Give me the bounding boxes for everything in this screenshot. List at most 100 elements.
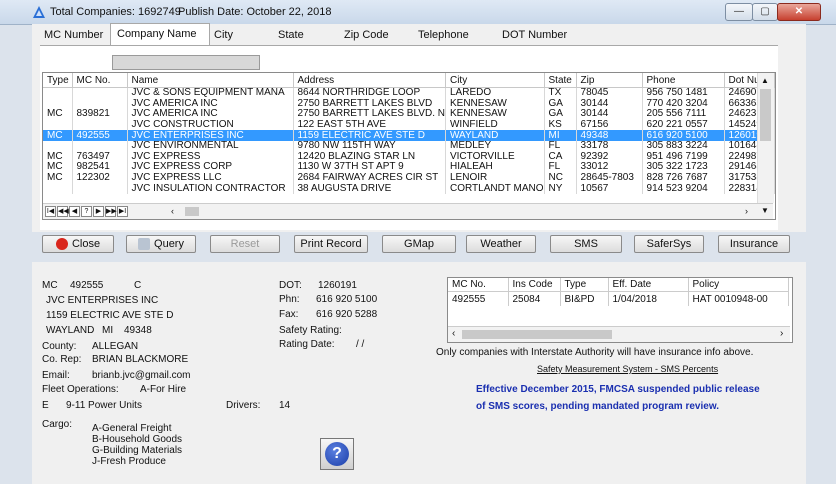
cargo-item: J-Fresh Produce bbox=[92, 456, 166, 467]
scroll-left-icon[interactable]: ‹ bbox=[452, 328, 455, 339]
nav-last-button[interactable]: ▶I bbox=[117, 206, 128, 217]
sms-percents-link[interactable]: Safety Measurement System - SMS Percents bbox=[537, 364, 718, 374]
insurance-grid[interactable]: MC No. Ins Code Type Eff. Date Policy 49… bbox=[447, 277, 793, 343]
table-cell: 1130 W 37TH ST APT 9 bbox=[293, 162, 446, 173]
tab-telephone[interactable]: Telephone bbox=[414, 26, 473, 44]
ins-header-ins-code[interactable]: Ins Code bbox=[508, 278, 561, 292]
table-cell bbox=[72, 140, 128, 152]
weather-button[interactable]: Weather bbox=[466, 235, 536, 253]
table-cell: MC bbox=[43, 172, 73, 184]
table-cell: MC bbox=[43, 151, 73, 163]
window-close-button[interactable]: ✕ bbox=[777, 3, 821, 21]
tab-state[interactable]: State bbox=[274, 26, 308, 44]
maximize-button[interactable]: ▢ bbox=[752, 3, 778, 21]
county-label: County: bbox=[42, 341, 77, 352]
scroll-right-icon[interactable]: › bbox=[780, 328, 783, 339]
nav-next-page-button[interactable]: ▶▶ bbox=[105, 206, 117, 217]
scroll-up-icon[interactable]: ▲ bbox=[761, 76, 769, 85]
insurance-table: MC No. Ins Code Type Eff. Date Policy 49… bbox=[448, 278, 789, 306]
table-row[interactable]: MC 492555 JVC ENTERPRISES INC 1159 ELECTRIC… bbox=[43, 130, 775, 141]
table-cell bbox=[43, 98, 73, 110]
column-header-mc-no[interactable]: MC No. bbox=[72, 73, 128, 88]
gmap-button[interactable]: GMap bbox=[382, 235, 456, 253]
safersys-button[interactable]: SaferSys bbox=[634, 235, 704, 253]
column-header-city[interactable]: City bbox=[445, 73, 545, 88]
column-header-phone[interactable]: Phone bbox=[642, 73, 725, 88]
tab-dot-number[interactable]: DOT Number bbox=[498, 26, 571, 44]
tab-company-name[interactable]: Company Name bbox=[110, 23, 210, 45]
table-row[interactable]: JVC ENVIRONMENTAL 9780 NW 115TH WAY MEDLEY… bbox=[43, 140, 775, 152]
ins-header-eff-date[interactable]: Eff. Date bbox=[608, 278, 689, 292]
results-grid[interactable]: Type MC No. Name Address City State Zip … bbox=[42, 72, 776, 220]
ins-header-type[interactable]: Type bbox=[560, 278, 609, 292]
column-header-type[interactable]: Type bbox=[43, 73, 73, 88]
column-header-state[interactable]: State bbox=[544, 73, 577, 88]
tab-city[interactable]: City bbox=[210, 26, 237, 44]
table-cell: 122302 bbox=[72, 172, 128, 184]
table-row[interactable]: MC 839821 JVC AMERICA INC 2750 BARRETT LAKE… bbox=[43, 109, 775, 120]
table-row[interactable]: MC 763497 JVC EXPRESS 12420 BLAZING STAR LN… bbox=[43, 151, 775, 163]
table-cell: FL bbox=[544, 162, 577, 173]
table-cell: GA bbox=[544, 98, 577, 110]
table-row[interactable]: JVC AMERICA INC 2750 BARRETT LAKES BLVD KE… bbox=[43, 98, 775, 110]
table-cell: LAREDO bbox=[445, 87, 545, 99]
detail-company-name: JVC ENTERPRISES INC bbox=[46, 295, 159, 306]
print-record-button[interactable]: Print Record bbox=[294, 235, 368, 253]
insurance-button[interactable]: Insurance bbox=[718, 235, 790, 253]
sms-button[interactable]: SMS bbox=[550, 235, 622, 253]
nav-find-button[interactable]: ? bbox=[81, 206, 92, 217]
scroll-down-icon[interactable]: ▼ bbox=[761, 206, 769, 215]
table-row[interactable]: JVC INSULATION CONTRACTOR 38 AUGUSTA DRIV… bbox=[43, 183, 775, 194]
table-cell: 49348 bbox=[576, 130, 643, 141]
table-cell: JVC EXPRESS bbox=[127, 151, 294, 163]
company-name-search-input[interactable] bbox=[112, 55, 260, 70]
tab-zip-code[interactable]: Zip Code bbox=[340, 26, 393, 44]
tab-mc-number[interactable]: MC Number bbox=[40, 26, 107, 44]
table-cell: WINFIELD bbox=[445, 119, 545, 131]
column-header-name[interactable]: Name bbox=[127, 73, 294, 88]
table-cell: 1159 ELECTRIC AVE STE D bbox=[293, 130, 446, 141]
column-header-address[interactable]: Address bbox=[293, 73, 446, 88]
scroll-thumb[interactable] bbox=[760, 89, 771, 141]
table-row[interactable]: MC 122302 JVC EXPRESS LLC 2684 FAIRWAY ACRE… bbox=[43, 172, 775, 184]
fax-value: 616 920 5288 bbox=[316, 309, 378, 320]
table-cell: TX bbox=[544, 87, 577, 99]
ins-cell: 1/04/2018 bbox=[608, 291, 689, 306]
h-scroll-thumb[interactable] bbox=[185, 207, 199, 216]
table-row[interactable]: 492555 25084 BI&PD 1/04/2018 HAT 0010948… bbox=[448, 291, 789, 306]
power-units-value: 9-11 Power Units bbox=[66, 400, 142, 411]
table-cell: MI bbox=[544, 130, 577, 141]
table-row[interactable]: MC 982541 JVC EXPRESS CORP 1130 W 37TH ST A… bbox=[43, 162, 775, 173]
query-button[interactable]: Query bbox=[126, 235, 196, 253]
nav-prev-page-button[interactable]: ◀◀ bbox=[57, 206, 69, 217]
table-cell bbox=[43, 87, 73, 99]
nav-first-button[interactable]: I◀ bbox=[45, 206, 56, 217]
column-header-zip[interactable]: Zip bbox=[576, 73, 643, 88]
nav-next-button[interactable]: ▶ bbox=[93, 206, 104, 217]
scroll-right-icon[interactable]: › bbox=[745, 206, 748, 216]
table-cell: MC bbox=[43, 130, 73, 141]
ins-cell: 25084 bbox=[508, 291, 561, 306]
insurance-horizontal-scrollbar[interactable]: ‹ › bbox=[448, 326, 790, 342]
insurance-note: Only companies with Interstate Authority… bbox=[436, 347, 754, 358]
ins-header-mc-no[interactable]: MC No. bbox=[448, 278, 509, 292]
table-row[interactable]: JVC CONSTRUCTION 122 EAST 5TH AVE WINFIELD… bbox=[43, 119, 775, 131]
close-button[interactable]: Close bbox=[42, 235, 114, 253]
table-cell: 8644 NORTHRIDGE LOOP bbox=[293, 87, 446, 99]
help-button[interactable]: ? bbox=[320, 438, 354, 470]
table-row[interactable]: JVC & SONS EQUIPMENT MANA 8644 NORTHRIDGE… bbox=[43, 87, 775, 99]
grid-vertical-scrollbar[interactable]: ▲ bbox=[757, 73, 774, 203]
ins-scroll-thumb[interactable] bbox=[462, 330, 612, 339]
nav-prev-button[interactable]: ◀ bbox=[69, 206, 80, 217]
table-cell: WAYLAND bbox=[445, 130, 545, 141]
ins-header-policy[interactable]: Policy bbox=[688, 278, 789, 292]
phone-value: 616 920 5100 bbox=[316, 294, 378, 305]
reset-button[interactable]: Reset bbox=[210, 235, 280, 253]
scroll-left-icon[interactable]: ‹ bbox=[171, 206, 174, 216]
minimize-button[interactable]: — bbox=[725, 3, 753, 21]
detail-state: MI bbox=[102, 325, 114, 336]
table-cell: 12420 BLAZING STAR LN bbox=[293, 151, 446, 163]
phone-label: Phn: bbox=[279, 294, 300, 305]
table-cell: KS bbox=[544, 119, 577, 131]
grid-horizontal-scrollbar[interactable]: I◀ ◀◀ ◀ ? ▶ ▶▶ ▶I ‹ › ▼ bbox=[43, 203, 773, 219]
